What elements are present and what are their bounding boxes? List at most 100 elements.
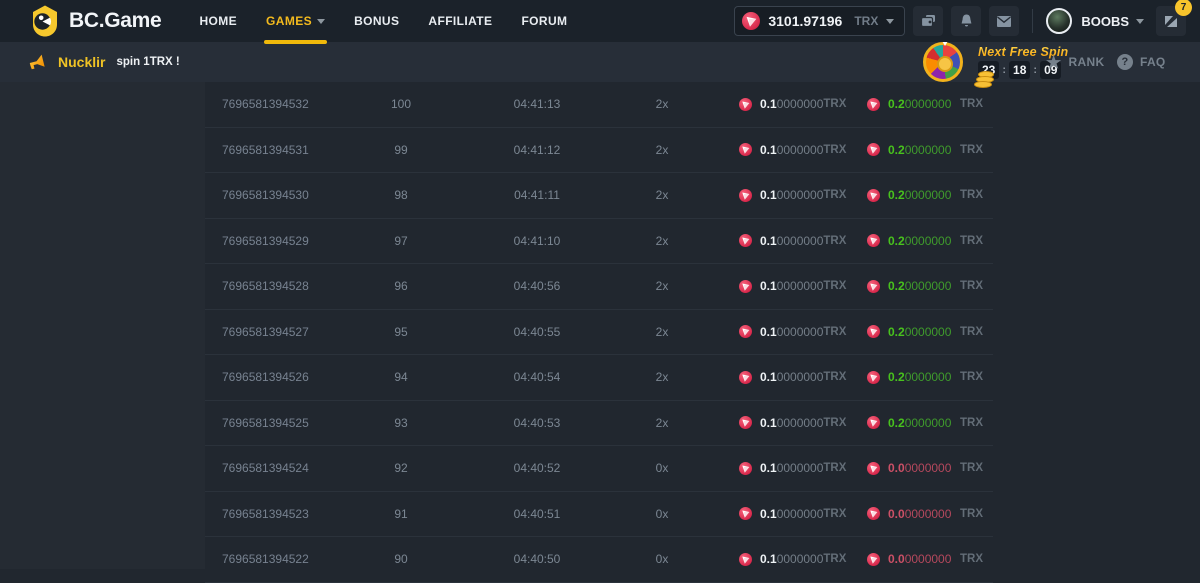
table-row[interactable]: 7696581394529 97 04:41:10 2x 0.10000000 … bbox=[205, 219, 993, 265]
bet-id: 7696581394527 bbox=[205, 325, 325, 339]
wallet-icon bbox=[920, 13, 937, 29]
trx-coin-icon bbox=[867, 234, 880, 247]
bet-time: 04:40:56 bbox=[477, 279, 597, 293]
nav-games[interactable]: GAMES bbox=[266, 0, 325, 42]
table-row[interactable]: 7696581394524 92 04:40:52 0x 0.10000000 … bbox=[205, 446, 993, 492]
nav-forum[interactable]: FORUM bbox=[521, 0, 567, 42]
main-nav: HOME GAMES BONUS AFFILIATE FORUM bbox=[199, 0, 567, 42]
trx-coin-icon bbox=[867, 416, 880, 429]
bell-icon bbox=[959, 13, 974, 29]
nav-home[interactable]: HOME bbox=[199, 0, 237, 42]
payout-cell: 0.20000000 TRX bbox=[855, 370, 993, 384]
top-navbar: BC.Game HOME GAMES BONUS AFFILIATE FORUM… bbox=[0, 0, 1200, 42]
trx-coin-icon bbox=[867, 143, 880, 156]
trx-coin-icon bbox=[867, 325, 880, 338]
bet-multiplier: 0x bbox=[597, 507, 727, 521]
bcgame-logo-icon bbox=[30, 5, 60, 37]
bet-time: 04:41:11 bbox=[477, 188, 597, 202]
user-avatar[interactable] bbox=[1046, 8, 1072, 34]
bet-time: 04:40:55 bbox=[477, 325, 597, 339]
bet-id: 7696581394524 bbox=[205, 461, 325, 475]
bet-number: 96 bbox=[325, 279, 477, 293]
trx-coin-icon bbox=[739, 462, 752, 475]
trx-coin-icon bbox=[739, 189, 752, 202]
bet-id: 7696581394526 bbox=[205, 370, 325, 384]
bet-time: 04:40:52 bbox=[477, 461, 597, 475]
bet-multiplier: 2x bbox=[597, 370, 727, 384]
bet-multiplier: 0x bbox=[597, 461, 727, 475]
trx-coin-icon bbox=[739, 280, 752, 293]
bet-history-table: 7696581394532 100 04:41:13 2x 0.10000000… bbox=[205, 82, 993, 583]
table-row[interactable]: 7696581394523 91 04:40:51 0x 0.10000000 … bbox=[205, 492, 993, 538]
rank-link[interactable]: ★ RANK bbox=[1046, 42, 1104, 82]
amount-cell: 0.10000000 TRX bbox=[727, 507, 855, 521]
bet-multiplier: 0x bbox=[597, 552, 727, 566]
messages-button[interactable] bbox=[989, 6, 1019, 36]
chat-unread-badge: 7 bbox=[1175, 0, 1192, 16]
chevron-down-icon bbox=[317, 19, 325, 24]
bet-id: 7696581394522 bbox=[205, 552, 325, 566]
trx-coin-icon bbox=[739, 371, 752, 384]
page-content: 7696581394532 100 04:41:13 2x 0.10000000… bbox=[0, 82, 1200, 569]
spin-wheel-icon bbox=[922, 40, 968, 86]
payout-cell: 0.20000000 TRX bbox=[855, 325, 993, 339]
chevron-down-icon bbox=[886, 19, 894, 24]
payout-cell: 0.00000000 TRX bbox=[855, 461, 993, 475]
announcement[interactable]: Nucklir spin 1TRX ! bbox=[27, 53, 180, 72]
faq-link[interactable]: ? FAQ bbox=[1117, 42, 1166, 82]
table-row[interactable]: 7696581394528 96 04:40:56 2x 0.10000000 … bbox=[205, 264, 993, 310]
brand-logo[interactable]: BC.Game bbox=[30, 5, 161, 37]
amount-cell: 0.10000000 TRX bbox=[727, 97, 855, 111]
trx-coin-icon bbox=[867, 553, 880, 566]
amount-cell: 0.10000000 TRX bbox=[727, 279, 855, 293]
bet-time: 04:40:51 bbox=[477, 507, 597, 521]
amount-cell: 0.10000000 TRX bbox=[727, 188, 855, 202]
payout-currency: TRX bbox=[960, 371, 993, 383]
table-row[interactable]: 7696581394526 94 04:40:54 2x 0.10000000 … bbox=[205, 355, 993, 401]
wallet-button[interactable] bbox=[913, 6, 943, 36]
payout-cell: 0.20000000 TRX bbox=[855, 279, 993, 293]
trx-coin-icon bbox=[739, 143, 752, 156]
bet-multiplier: 2x bbox=[597, 97, 727, 111]
bet-time: 04:41:13 bbox=[477, 97, 597, 111]
trx-coin-icon bbox=[742, 12, 760, 30]
amount-cell: 0.10000000 TRX bbox=[727, 552, 855, 566]
amount-cell: 0.10000000 TRX bbox=[727, 234, 855, 248]
bet-id: 7696581394523 bbox=[205, 507, 325, 521]
trx-coin-icon bbox=[867, 280, 880, 293]
nav-affiliate[interactable]: AFFILIATE bbox=[428, 0, 492, 42]
balance-selector[interactable]: 3101.97196 TRX bbox=[734, 6, 905, 36]
countdown-minutes: 18 bbox=[1009, 61, 1030, 79]
notifications-button[interactable] bbox=[951, 6, 981, 36]
table-row[interactable]: 7696581394527 95 04:40:55 2x 0.10000000 … bbox=[205, 310, 993, 356]
bet-number: 99 bbox=[325, 143, 477, 157]
trx-coin-icon bbox=[739, 234, 752, 247]
trx-coin-icon bbox=[739, 553, 752, 566]
navbar-right: 3101.97196 TRX BOOBS bbox=[734, 6, 1186, 36]
trx-coin-icon bbox=[739, 507, 752, 520]
table-row[interactable]: 7696581394532 100 04:41:13 2x 0.10000000… bbox=[205, 82, 993, 128]
brand-name: BC.Game bbox=[69, 9, 161, 33]
bet-id: 7696581394531 bbox=[205, 143, 325, 157]
bet-number: 100 bbox=[325, 97, 477, 111]
payout-cell: 0.20000000 TRX bbox=[855, 97, 993, 111]
payout-cell: 0.00000000 TRX bbox=[855, 552, 993, 566]
nav-bonus[interactable]: BONUS bbox=[354, 0, 399, 42]
trx-coin-icon bbox=[867, 98, 880, 111]
username[interactable]: BOOBS bbox=[1081, 14, 1129, 29]
table-row[interactable]: 7696581394530 98 04:41:11 2x 0.10000000 … bbox=[205, 173, 993, 219]
table-row[interactable]: 7696581394522 90 04:40:50 0x 0.10000000 … bbox=[205, 537, 993, 583]
question-icon: ? bbox=[1117, 54, 1133, 70]
table-row[interactable]: 7696581394531 99 04:41:12 2x 0.10000000 … bbox=[205, 128, 993, 174]
bet-number: 98 bbox=[325, 188, 477, 202]
payout-currency: TRX bbox=[960, 235, 993, 247]
faq-label: FAQ bbox=[1140, 55, 1166, 69]
announcement-message: spin 1TRX ! bbox=[116, 56, 179, 68]
bet-id: 7696581394525 bbox=[205, 416, 325, 430]
rank-label: RANK bbox=[1069, 55, 1105, 69]
table-row[interactable]: 7696581394525 93 04:40:53 2x 0.10000000 … bbox=[205, 401, 993, 447]
trx-coin-icon bbox=[867, 462, 880, 475]
bet-multiplier: 2x bbox=[597, 234, 727, 248]
payout-cell: 0.20000000 TRX bbox=[855, 188, 993, 202]
chat-button[interactable]: 7 bbox=[1156, 6, 1186, 36]
